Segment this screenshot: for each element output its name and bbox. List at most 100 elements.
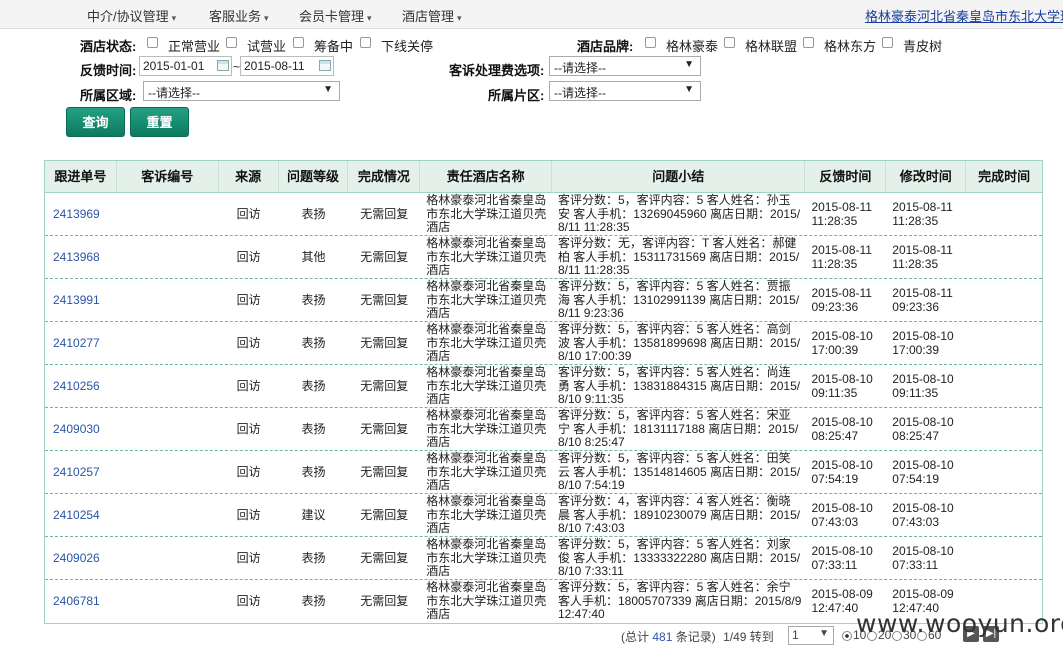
- modify-date: 2015-08-09: [892, 587, 954, 601]
- status-checkbox-normal[interactable]: [147, 37, 158, 48]
- menu-agency[interactable]: 中介/协议管理 ▾: [87, 6, 176, 25]
- region-select[interactable]: --请选择-- ▼: [143, 81, 340, 101]
- menu-customer-service[interactable]: 客服业务 ▾: [209, 6, 269, 25]
- area-select[interactable]: --请选择-- ▼: [549, 81, 701, 101]
- header-source[interactable]: 来源: [219, 161, 279, 192]
- feedback-date: 2015-08-10: [811, 458, 873, 472]
- radio-icon: [842, 630, 852, 641]
- page-select[interactable]: 1 ▼: [788, 626, 834, 645]
- menu-hotel[interactable]: 酒店管理 ▾: [402, 6, 462, 25]
- summary-cell: 客评分数：5，客评内容：5 客人姓名：尚连勇 客人手机：13831884315 …: [557, 365, 801, 406]
- status-cell: 无需回复: [360, 594, 409, 608]
- area-label: 所属片区:: [488, 88, 545, 103]
- brand-checkbox-oriental[interactable]: [803, 37, 814, 48]
- date-range-separator: ~: [233, 60, 241, 74]
- status-cell: 无需回复: [360, 465, 409, 479]
- table-row[interactable]: 2409026 回访 表扬 无需回复 格林豪泰河北省秦皇岛市东北大学珠江道贝壳酒店 客评分…: [45, 537, 1042, 580]
- status-cell: 无需回复: [360, 336, 409, 350]
- hotel-cell: 格林豪泰河北省秦皇岛市东北大学珠江道贝壳酒店: [426, 279, 547, 320]
- header-followup-no[interactable]: 跟进单号: [45, 161, 117, 192]
- modify-time-cell: 2015-08-10 07:33:11: [886, 537, 966, 579]
- level-cell: 表扬: [301, 379, 326, 393]
- followup-no-link[interactable]: 2406781: [45, 580, 117, 623]
- status-checkbox-closed[interactable]: [360, 37, 371, 48]
- feedback-date: 2015-08-10: [811, 329, 873, 343]
- table-row[interactable]: 2410257 回访 表扬 无需回复 格林豪泰河北省秦皇岛市东北大学珠江道贝壳酒店 客评分…: [45, 451, 1042, 494]
- complaint-no-cell: [117, 408, 219, 450]
- fee-select-value: --请选择--: [554, 61, 606, 75]
- feedback-date: 2015-08-10: [811, 415, 873, 429]
- level-cell: 表扬: [301, 551, 326, 565]
- feedback-clock: 17:00:39: [811, 343, 859, 357]
- table-row[interactable]: 2413968 回访 其他 无需回复 格林豪泰河北省秦皇岛市东北大学珠江道贝壳酒店 客评分…: [45, 236, 1042, 279]
- table-row[interactable]: 2410256 回访 表扬 无需回复 格林豪泰河北省秦皇岛市东北大学珠江道贝壳酒店 客评分…: [45, 365, 1042, 408]
- complaint-no-cell: [117, 322, 219, 364]
- source-cell: 回访: [236, 293, 261, 307]
- status-cell: 无需回复: [360, 551, 409, 565]
- calendar-icon[interactable]: [319, 60, 331, 71]
- followup-no-link[interactable]: 2410256: [45, 365, 117, 407]
- modify-time-cell: 2015-08-10 09:11:35: [886, 365, 966, 407]
- modify-time-cell: 2015-08-10 07:54:19: [886, 451, 966, 493]
- page-select-value: 1: [792, 628, 799, 642]
- hotel-cell: 格林豪泰河北省秦皇岛市东北大学珠江道贝壳酒店: [426, 537, 547, 578]
- complaint-no-cell: [117, 451, 219, 493]
- header-feedback-time[interactable]: 反馈时间: [805, 161, 887, 192]
- brand-checkbox-alliance[interactable]: [724, 37, 735, 48]
- status-checkbox-preparing[interactable]: [293, 37, 304, 48]
- menu-label: 客服业务: [209, 9, 262, 24]
- feedback-clock: 07:43:03: [811, 515, 859, 529]
- table-row[interactable]: 2410277 回访 表扬 无需回复 格林豪泰河北省秦皇岛市东北大学珠江道贝壳酒店 客评分…: [45, 322, 1042, 365]
- feedback-date: 2015-08-10: [811, 372, 873, 386]
- table-row[interactable]: 2413969 回访 表扬 无需回复 格林豪泰河北省秦皇岛市东北大学珠江道贝壳酒店 客评分…: [45, 193, 1042, 236]
- header-done-time[interactable]: 完成时间: [966, 161, 1042, 192]
- reset-button[interactable]: 重置: [130, 107, 189, 137]
- done-time-cell: [966, 279, 1042, 321]
- brand-checkbox-qingpishu[interactable]: [882, 37, 893, 48]
- followup-no-link[interactable]: 2410257: [45, 451, 117, 493]
- region-label: 所属区域:: [80, 88, 137, 103]
- date-from-input[interactable]: 2015-01-01: [139, 56, 232, 76]
- status-cell: 无需回复: [360, 250, 409, 264]
- caret-down-icon: ▾: [367, 13, 372, 23]
- source-cell: 回访: [236, 551, 261, 565]
- table-row[interactable]: 2410254 回访 建议 无需回复 格林豪泰河北省秦皇岛市东北大学珠江道贝壳酒店 客评分…: [45, 494, 1042, 537]
- fee-select[interactable]: --请选择-- ▼: [549, 56, 701, 76]
- header-complaint-no[interactable]: 客诉编号: [117, 161, 219, 192]
- done-time-cell: [966, 408, 1042, 450]
- caret-down-icon: ▾: [457, 13, 462, 23]
- header-hotel[interactable]: 责任酒店名称: [420, 161, 552, 192]
- followup-no-link[interactable]: 2413968: [45, 236, 117, 278]
- status-checkbox-trial[interactable]: [226, 37, 237, 48]
- menu-member-card[interactable]: 会员卡管理 ▾: [299, 6, 372, 25]
- feedback-clock: 09:23:36: [811, 300, 859, 314]
- table-row[interactable]: 2409030 回访 表扬 无需回复 格林豪泰河北省秦皇岛市东北大学珠江道贝壳酒店 客评分…: [45, 408, 1042, 451]
- followup-no-link[interactable]: 2410254: [45, 494, 117, 536]
- feedback-time-cell: 2015-08-11 09:23:36: [805, 279, 886, 321]
- header-status[interactable]: 完成情况: [348, 161, 421, 192]
- followup-no-link[interactable]: 2413969: [45, 193, 117, 235]
- header-summary[interactable]: 问题小结: [552, 161, 806, 192]
- hotel-link[interactable]: 格林豪泰河北省秦皇岛市东北大学珠江: [865, 6, 1063, 25]
- header-modify-time[interactable]: 修改时间: [886, 161, 967, 192]
- calendar-icon[interactable]: [217, 60, 229, 71]
- query-button[interactable]: 查询: [66, 107, 125, 137]
- date-to-input[interactable]: 2015-08-11: [240, 56, 334, 76]
- brand-checkbox-greentree[interactable]: [645, 37, 656, 48]
- level-cell: 表扬: [301, 293, 326, 307]
- summary-cell: 客评分数：无，客评内容：T 客人姓名：郝健柏 客人手机：15311731569 …: [557, 236, 800, 277]
- followup-no-link[interactable]: 2409026: [45, 537, 117, 579]
- complaint-no-cell: [117, 537, 219, 579]
- followup-no-link[interactable]: 2409030: [45, 408, 117, 450]
- followup-no-link[interactable]: 2413991: [45, 279, 117, 321]
- table-row[interactable]: 2413991 回访 表扬 无需回复 格林豪泰河北省秦皇岛市东北大学珠江道贝壳酒店 客评分…: [45, 279, 1042, 322]
- done-time-cell: [966, 451, 1042, 493]
- followup-no-link[interactable]: 2410277: [45, 322, 117, 364]
- brand-option-label: 格林联盟: [745, 39, 798, 54]
- header-level[interactable]: 问题等级: [279, 161, 349, 192]
- hotel-cell: 格林豪泰河北省秦皇岛市东北大学珠江道贝壳酒店: [426, 193, 547, 234]
- source-cell: 回访: [236, 508, 261, 522]
- followup-table: 跟进单号 客诉编号 来源 问题等级 完成情况 责任酒店名称 问题小结 反馈时间 …: [44, 160, 1043, 624]
- status-label: 酒店状态:: [80, 39, 137, 54]
- feedback-time-cell: 2015-08-10 17:00:39: [805, 322, 886, 364]
